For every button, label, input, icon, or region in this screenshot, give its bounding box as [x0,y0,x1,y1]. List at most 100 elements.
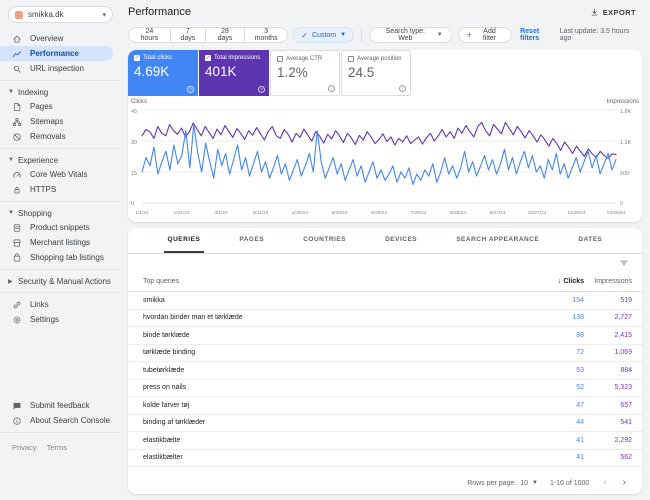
total-impressions-checkbox[interactable]: ✓ [205,55,211,61]
table-row[interactable]: tubetørklæde 53 884 [128,362,642,380]
table-row[interactable]: binding af tørklæder 44 541 [128,415,642,432]
table-row[interactable]: tørklæde binding 72 1,069 [128,345,642,362]
metric-tile-total-impressions[interactable]: ✓ Total impressions 401K? [199,50,269,96]
table-body: smikka 154 519 hvordan binder man et tørklæ… [128,292,642,472]
sidebar-item-core-web-vitals[interactable]: Core Web Vitals [0,167,121,182]
chevron-down-icon: ▼ [8,157,14,163]
sidebar-item-overview[interactable]: Overview [0,31,121,46]
query-cell: tørklæde binding [143,349,196,357]
svg-text:8/28/24: 8/28/24 [450,210,466,216]
property-selector[interactable]: smikka.dk ▾ [8,6,113,23]
export-button[interactable]: EXPORT [584,7,642,18]
tab-dates[interactable]: DATES [574,228,606,253]
tab-search-appearance[interactable]: SEARCH APPEARANCE [452,228,543,253]
add-filter-button[interactable]: + Add filter [457,27,513,43]
table-row[interactable]: elastikbælter 41 562 [128,450,642,467]
clicks-cell: 44 [576,419,584,427]
chevron-down-icon: ▼ [340,32,347,38]
tab-pages[interactable]: PAGES [235,228,268,253]
rows-per-page-select[interactable]: Rows per page: 10 ▼ [467,480,538,487]
privacy-link[interactable]: Privacy [12,443,37,452]
search-type-button[interactable]: Search type: Web ▼ [369,27,452,43]
date-range-7-days[interactable]: 7 days [170,27,206,43]
chevron-down-icon: ▼ [8,89,14,95]
impressions-cell: 884 [620,366,632,374]
svg-text:1.2K: 1.2K [620,140,632,146]
help-icon[interactable]: ? [399,85,406,92]
clicks-cell: 41 [576,454,584,462]
settings-icon [12,315,22,325]
sidebar-section-shopping[interactable]: ▼ Shopping [0,206,121,220]
table-row[interactable]: smikka 154 519 [128,292,642,310]
pages-icon [12,102,22,112]
sidebar-item-performance[interactable]: Performance [0,46,113,61]
sidebar-item-pages[interactable]: Pages [0,99,121,114]
date-range-24-hours[interactable]: 24 hours [128,27,171,43]
table-row[interactable]: kolde farver tøj 47 657 [128,397,642,415]
impressions-cell: 5,323 [614,384,632,392]
table-row[interactable]: hvordan binder man et tørklæde 138 2,727 [128,310,642,327]
table-header-row: Top queries ↓ Clicks Impressions [128,271,642,292]
average-position-checkbox[interactable] [348,56,354,62]
sidebar-item-https[interactable]: HTTPS [0,182,121,197]
clicks-cell: 72 [576,349,584,357]
sidebar-item-shopping-tab-listings[interactable]: Shopping tab listings [0,250,121,265]
sidebar-item-product-snippets[interactable]: Product snippets [0,220,121,235]
links-icon [12,300,22,310]
check-icon: ✓ [301,30,308,40]
date-range-3-months[interactable]: 3 months [244,27,289,43]
divider [0,148,121,149]
chevron-right-icon: ▶ [8,278,13,285]
reset-filters-link[interactable]: Reset filters [520,28,560,42]
filter-bar: 24 hours 7 days 28 days 3 months ✓ Custom ▼… [128,24,642,46]
total-clicks-checkbox[interactable]: ✓ [134,55,140,61]
sidebar-item-url-inspection[interactable]: URL inspection [0,61,121,76]
date-range-28-days[interactable]: 28 days [205,27,245,43]
table-filter-icon[interactable] [619,258,629,268]
removals-icon [12,132,22,142]
previous-page-button[interactable]: ‹ [601,478,608,488]
sidebar-item-links[interactable]: Links [0,297,121,312]
divider [0,269,121,270]
sidebar-item-about-search-console[interactable]: About Search Console [0,413,121,428]
metric-tile-average-ctr[interactable]: Average CTR 1.2%? [270,50,340,96]
download-icon [590,8,599,17]
table-row[interactable]: press on nails 52 5,323 [128,380,642,397]
sidebar-item-submit-feedback[interactable]: Submit feedback [0,398,121,413]
table-row[interactable]: binde tørklæde 88 2,415 [128,327,642,345]
performance-chart: Clicks4530150Impressions1.8K1.2K60001/1/… [131,99,639,216]
next-page-button[interactable]: › [621,478,628,488]
tab-devices[interactable]: DEVICES [381,228,421,253]
svg-text:3/31/24: 3/31/24 [252,210,268,216]
search-icon [12,64,22,74]
sidebar-section-experience[interactable]: ▼ Experience [0,153,121,167]
https-icon [12,185,22,195]
svg-text:9/27/24: 9/27/24 [489,210,505,216]
sidebar-section-security-manual-actions[interactable]: ▶ Security & Manual Actions [0,274,121,288]
terms-link[interactable]: Terms [47,443,67,452]
clicks-sort-header[interactable]: ↓ Clicks [514,278,584,285]
metric-tile-total-clicks[interactable]: ✓ Total clicks 4.69K? [128,50,198,96]
metric-value: 1.2% [277,65,308,80]
feedback-icon [12,401,22,411]
tab-countries[interactable]: COUNTRIES [299,228,350,253]
clicks-cell: 154 [572,296,584,304]
help-icon[interactable]: ? [258,86,265,93]
metric-tile-average-position[interactable]: Average position 24.5? [341,50,411,96]
query-cell: hvordan binder man et tørklæde [143,314,243,322]
date-range-group: 24 hours 7 days 28 days 3 months [128,27,289,43]
core-web-vitals-icon [12,170,22,180]
table-row[interactable]: elastikbælte 41 2,292 [128,432,642,450]
impressions-header[interactable]: Impressions [584,278,642,285]
tab-queries[interactable]: QUERIES [163,228,205,253]
main-content: Performance EXPORT 24 hours 7 days 28 days… [121,0,650,500]
sidebar-item-settings[interactable]: Settings [0,312,121,327]
sidebar-item-removals[interactable]: Removals [0,129,121,144]
sidebar-item-sitemaps[interactable]: Sitemaps [0,114,121,129]
sidebar-item-merchant-listings[interactable]: Merchant listings [0,235,121,250]
sidebar-section-indexing[interactable]: ▼ Indexing [0,85,121,99]
average-ctr-checkbox[interactable] [277,56,283,62]
custom-date-button[interactable]: ✓ Custom ▼ [293,27,355,43]
help-icon[interactable]: ? [328,85,335,92]
help-icon[interactable]: ? [187,86,194,93]
